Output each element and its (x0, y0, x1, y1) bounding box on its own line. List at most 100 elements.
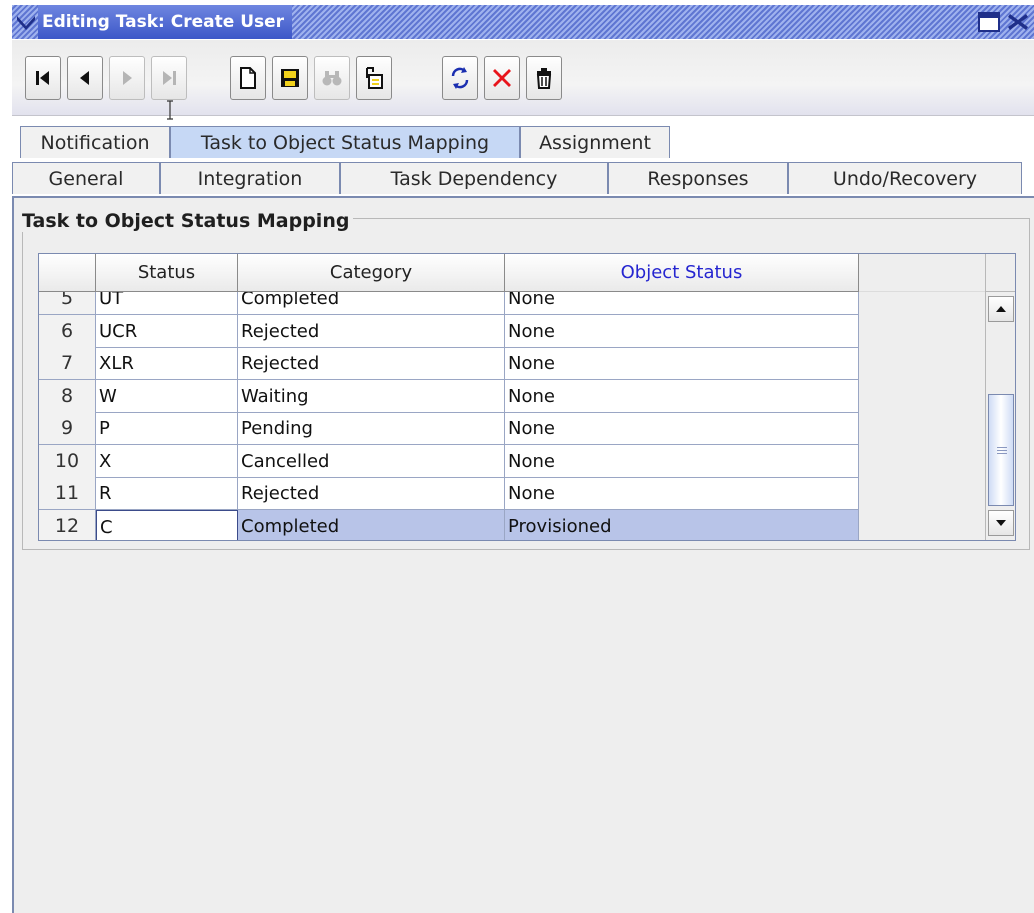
table-row[interactable]: 12 C Completed Provisioned (39, 509, 985, 540)
scrollbar-corner (986, 254, 1015, 292)
window-title-bar: Editing Task: Create User (12, 5, 1034, 39)
refresh-button[interactable] (442, 56, 478, 100)
grip-icon (997, 447, 1007, 455)
first-record-icon (36, 71, 49, 85)
category-cell[interactable]: Completed (238, 509, 505, 540)
status-cell[interactable]: UCR (96, 314, 238, 348)
object-status-cell[interactable]: None (505, 379, 859, 413)
next-record-button[interactable] (109, 56, 145, 100)
scrollbar-thumb[interactable] (988, 394, 1014, 506)
previous-record-button[interactable] (67, 56, 103, 100)
table-body: 5 UT Completed None 6 UCR Rejected None 7 XLR Reje… (39, 292, 985, 540)
row-number-cell: 10 (39, 444, 96, 478)
status-cell[interactable]: UT (96, 292, 238, 315)
category-cell[interactable]: Rejected (238, 477, 505, 510)
next-record-icon (123, 71, 132, 85)
column-header-row-number[interactable] (39, 254, 96, 292)
status-cell[interactable]: P (96, 412, 238, 445)
tab-general[interactable]: General (12, 162, 160, 194)
status-mapping-table: Status Category Object Status 5 UT Complet… (38, 253, 1016, 541)
object-status-cell[interactable]: Provisioned (505, 509, 859, 540)
column-header-status[interactable]: Status (96, 254, 238, 292)
category-cell[interactable]: Cancelled (238, 444, 505, 478)
object-status-cell[interactable]: None (505, 347, 859, 380)
row-number-cell: 6 (39, 314, 96, 348)
row-filler (859, 444, 985, 478)
row-filler (859, 292, 985, 315)
refresh-icon (451, 67, 469, 89)
arrow-down-icon (996, 520, 1006, 526)
object-status-cell[interactable]: None (505, 292, 859, 315)
row-number-cell: 12 (39, 509, 96, 540)
tab-responses[interactable]: Responses (608, 162, 788, 194)
object-status-cell[interactable]: None (505, 412, 859, 445)
row-filler (859, 314, 985, 348)
category-cell[interactable]: Pending (238, 412, 505, 445)
row-filler (859, 509, 985, 540)
row-number-cell: 11 (39, 477, 96, 510)
category-cell[interactable]: Waiting (238, 379, 505, 413)
row-number-cell: 8 (39, 379, 96, 413)
tab-task-dependency[interactable]: Task Dependency (340, 162, 608, 194)
red-x-icon (493, 69, 511, 87)
tab-undo-recovery[interactable]: Undo/Recovery (788, 162, 1022, 194)
save-disk-icon (281, 69, 299, 87)
table-row[interactable]: 5 UT Completed None (39, 292, 985, 315)
delete-button[interactable] (526, 56, 562, 100)
tab-assignment[interactable]: Assignment (520, 126, 670, 158)
assign-icon (366, 67, 383, 89)
tab-integration[interactable]: Integration (160, 162, 340, 194)
window-title: Editing Task: Create User (38, 5, 293, 39)
new-document-icon (240, 67, 256, 89)
row-number-cell: 7 (39, 347, 96, 380)
last-record-icon (163, 71, 176, 85)
category-cell[interactable]: Completed (238, 292, 505, 315)
row-filler (859, 379, 985, 413)
table-row[interactable]: 9 P Pending None (39, 412, 985, 445)
scroll-down-button[interactable] (988, 510, 1014, 536)
vertical-scrollbar[interactable] (985, 254, 1015, 540)
first-record-button[interactable] (25, 56, 61, 100)
chevron-down-icon[interactable] (14, 11, 38, 33)
table-row[interactable]: 10 X Cancelled None (39, 444, 985, 478)
save-button[interactable] (272, 56, 308, 100)
table-row[interactable]: 11 R Rejected None (39, 477, 985, 510)
table-row[interactable]: 6 UCR Rejected None (39, 314, 985, 348)
status-cell[interactable]: R (96, 477, 238, 510)
column-header-object-status[interactable]: Object Status (505, 254, 859, 292)
arrow-up-icon (996, 306, 1006, 312)
row-filler (859, 477, 985, 510)
close-icon[interactable] (1007, 12, 1029, 32)
status-cell[interactable]: X (96, 444, 238, 478)
header-filler (859, 254, 985, 292)
group-title: Task to Object Status Mapping (18, 210, 354, 232)
binoculars-icon (322, 71, 342, 86)
last-record-button[interactable] (151, 56, 187, 100)
table-row[interactable]: 7 XLR Rejected None (39, 347, 985, 380)
column-header-category[interactable]: Category (238, 254, 505, 292)
table-header: Status Category Object Status (39, 254, 985, 292)
object-status-cell[interactable]: None (505, 477, 859, 510)
status-cell[interactable]: W (96, 379, 238, 413)
assign-button[interactable] (356, 56, 392, 100)
object-status-cell[interactable]: None (505, 314, 859, 348)
maximize-icon[interactable] (978, 12, 1000, 32)
row-number-cell: 5 (39, 292, 96, 315)
row-filler (859, 412, 985, 445)
table-row[interactable]: 8 W Waiting None (39, 379, 985, 413)
row-number-cell: 9 (39, 412, 96, 445)
text-cursor-icon (167, 100, 173, 120)
tab-task-to-object-status-mapping[interactable]: Task to Object Status Mapping (170, 126, 520, 158)
trash-icon (536, 68, 552, 89)
find-button[interactable] (314, 56, 350, 100)
category-cell[interactable]: Rejected (238, 314, 505, 348)
scroll-up-button[interactable] (988, 296, 1014, 322)
category-cell[interactable]: Rejected (238, 347, 505, 380)
previous-record-icon (80, 71, 89, 85)
status-cell[interactable]: C (96, 509, 238, 540)
object-status-cell[interactable]: None (505, 444, 859, 478)
new-button[interactable] (230, 56, 266, 100)
cancel-button[interactable] (484, 56, 520, 100)
status-cell[interactable]: XLR (96, 347, 238, 380)
tab-notification[interactable]: Notification (20, 126, 170, 158)
